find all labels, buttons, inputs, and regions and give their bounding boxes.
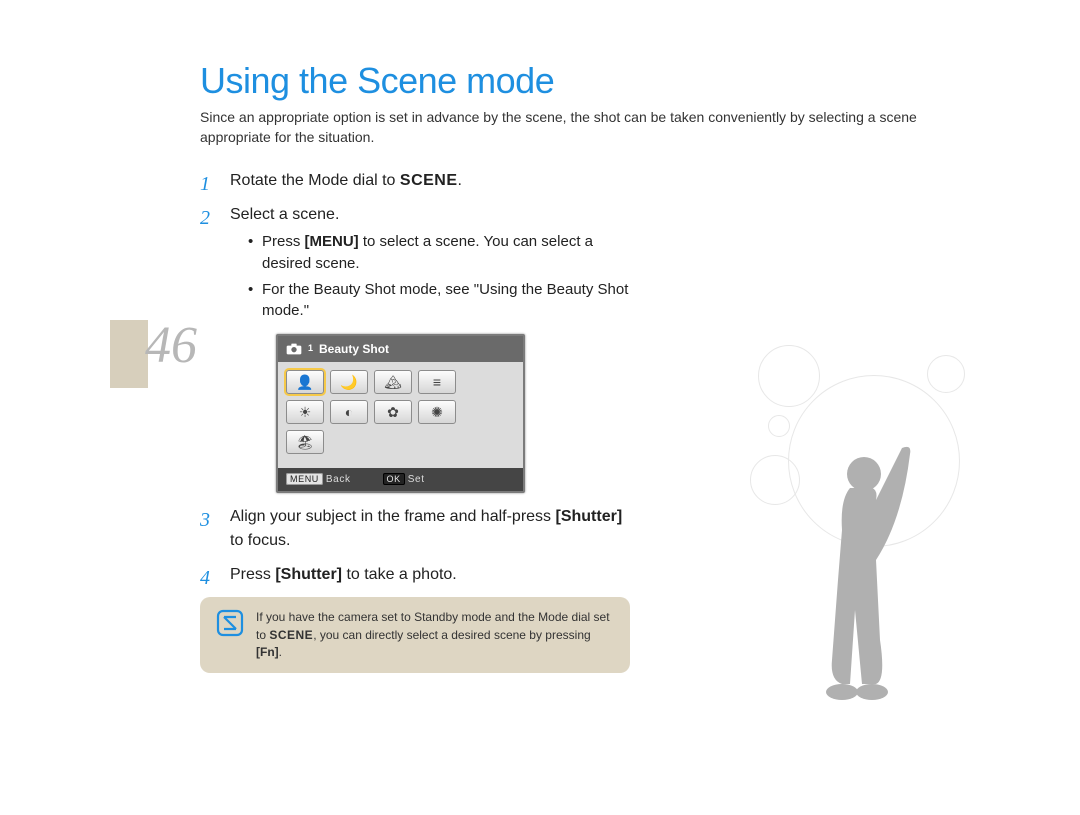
note-text: If you have the camera set to Standby mo… xyxy=(256,609,614,661)
page-tab xyxy=(110,320,148,388)
ok-tag: OK xyxy=(383,473,405,485)
step-2-bullet-1: Press [MENU] to select a scene. You can … xyxy=(248,231,630,275)
page-title: Using the Scene mode xyxy=(200,60,1080,102)
step-4: 4 Press [Shutter] to take a photo. xyxy=(200,563,630,587)
page-number: 46 xyxy=(145,316,197,375)
shutter-key: [Shutter] xyxy=(556,508,623,525)
step-2-bullet-2: For the Beauty Shot mode, see "Using the… xyxy=(248,279,630,323)
camera-header-title: Beauty Shot xyxy=(319,340,389,358)
fn-key: [Fn] xyxy=(256,645,279,659)
note-icon xyxy=(216,609,244,637)
step-1: 1 Rotate the Mode dial to SCENE. xyxy=(200,169,630,193)
camera-screen-header: 1 Beauty Shot xyxy=(278,336,523,362)
scene-option-dawn[interactable]: ◐ xyxy=(330,400,368,424)
child-silhouette xyxy=(780,440,930,710)
step-number: 1 xyxy=(200,169,210,199)
camera-icon xyxy=(286,343,302,355)
camera-screen-body: 👤 🌙 🏔 ≡ ☀ ◐ ✿ ✺ 🏖 xyxy=(278,362,523,468)
step-4-text: Press [Shutter] to take a photo. xyxy=(230,566,457,583)
shutter-key: [Shutter] xyxy=(275,566,342,583)
step-number: 3 xyxy=(200,505,210,535)
menu-tag: MENU xyxy=(286,473,323,485)
info-note: If you have the camera set to Standby mo… xyxy=(200,597,630,673)
step-1-text: Rotate the Mode dial to SCENE. xyxy=(230,172,462,189)
scene-option-firework[interactable]: ✺ xyxy=(418,400,456,424)
step-3: 3 Align your subject in the frame and ha… xyxy=(200,505,630,553)
scene-option-beauty[interactable]: 👤 xyxy=(286,370,324,394)
scene-option-landscape[interactable]: 🏔 xyxy=(374,370,412,394)
step-2-text: Select a scene. xyxy=(230,206,339,223)
scene-option-closeup[interactable]: ✿ xyxy=(374,400,412,424)
step-number: 4 xyxy=(200,563,210,593)
step-2: 2 Select a scene. Press [MENU] to select… xyxy=(200,203,630,493)
camera-screen-footer: MENUBack OKSet xyxy=(278,468,523,491)
camera-header-sub: 1 xyxy=(308,342,313,356)
footer-set-group: OKSet xyxy=(383,472,425,487)
scene-option-sunset[interactable]: ☀ xyxy=(286,400,324,424)
menu-key: [MENU] xyxy=(305,233,359,250)
lead-paragraph: Since an appropriate option is set in ad… xyxy=(200,108,980,147)
scene-option-night[interactable]: 🌙 xyxy=(330,370,368,394)
scene-label: SCENE xyxy=(400,172,458,189)
camera-screen: 1 Beauty Shot 👤 🌙 🏔 ≡ ☀ ◐ xyxy=(276,334,525,493)
scene-label: SCENE xyxy=(269,628,313,642)
scene-option-text[interactable]: ≡ xyxy=(418,370,456,394)
scene-option-beach[interactable]: 🏖 xyxy=(286,430,324,454)
step-3-text: Align your subject in the frame and half… xyxy=(230,508,622,549)
footer-back-group: MENUBack xyxy=(286,472,351,487)
step-number: 2 xyxy=(200,203,210,233)
